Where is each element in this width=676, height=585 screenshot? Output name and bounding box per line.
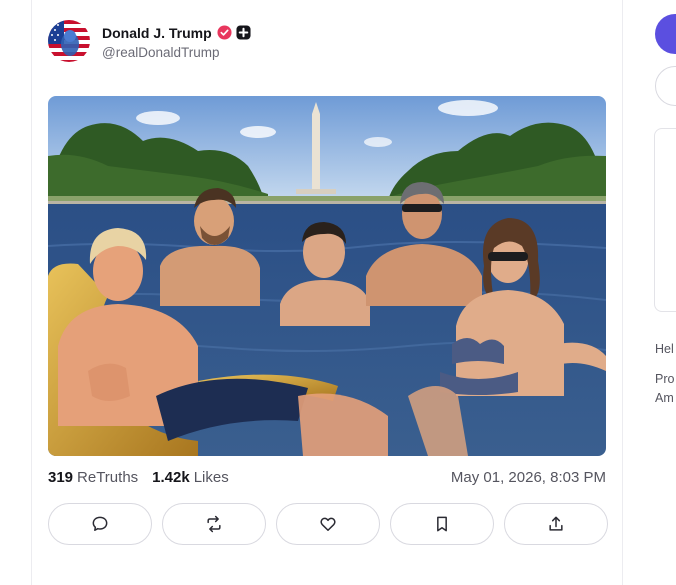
bookmark-icon	[437, 516, 447, 532]
author-names: Donald J. Trump @realDonaldTrump	[102, 23, 251, 60]
author-display-name[interactable]: Donald J. Trump	[102, 25, 212, 41]
likes-label[interactable]: Likes	[194, 469, 229, 486]
retruth-button[interactable]	[162, 503, 266, 545]
post-timestamp[interactable]: May 01, 2026, 8:03 PM	[451, 469, 606, 486]
left-gutter	[0, 0, 32, 585]
like-button[interactable]	[276, 503, 380, 545]
sidebar-primary-button[interactable]	[655, 14, 676, 54]
share-icon	[549, 516, 563, 531]
name-row: Donald J. Trump	[102, 23, 251, 43]
plus-badge-icon	[236, 25, 251, 40]
post-stats: 319 ReTruths 1.42k Likes May 01, 2026, 8…	[48, 466, 606, 488]
comment-icon	[92, 516, 108, 531]
verified-badge-icon	[217, 25, 232, 40]
avatar-flag-icon	[48, 20, 90, 62]
sidebar-card	[654, 128, 676, 312]
post-actions	[48, 503, 608, 545]
reply-button[interactable]	[48, 503, 152, 545]
photo-illustration	[48, 96, 606, 456]
retruths-label[interactable]: ReTruths	[77, 469, 138, 486]
post-header: Donald J. Trump @realDonaldTrump	[48, 18, 251, 64]
retruths-count[interactable]: 319	[48, 469, 73, 486]
sidebar-secondary-button[interactable]	[655, 66, 676, 106]
sidebar-text-2[interactable]: Pro	[655, 372, 674, 386]
share-button[interactable]	[504, 503, 608, 545]
avatar[interactable]	[48, 20, 90, 62]
sidebar-text-1[interactable]: Hel	[655, 342, 674, 356]
post-card: Donald J. Trump @realDonaldTrump 319 ReT…	[32, 0, 622, 585]
right-sidebar: Hel Pro Am	[623, 0, 676, 585]
heart-icon	[320, 517, 336, 531]
likes-count[interactable]: 1.42k	[152, 469, 190, 486]
author-handle[interactable]: @realDonaldTrump	[102, 45, 251, 60]
sidebar-text-3[interactable]: Am	[655, 391, 674, 405]
bookmark-button[interactable]	[390, 503, 494, 545]
repost-icon	[207, 515, 221, 533]
post-image[interactable]	[48, 96, 606, 456]
